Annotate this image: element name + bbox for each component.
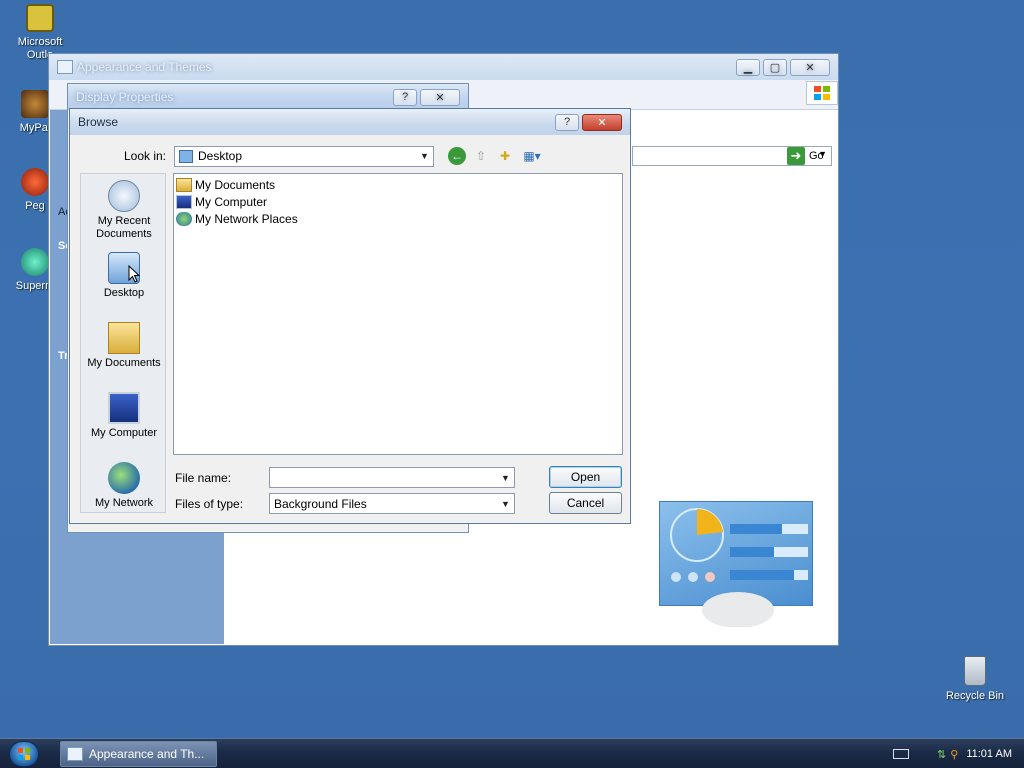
desktop-icon [179,149,193,163]
look-in-row: Look in: Desktop ▼ ← ⇧ ✚ ▦▾ [78,145,622,167]
clock[interactable]: 11:01 AM [966,748,1012,760]
back-icon[interactable]: ← [448,147,466,165]
file-type-row: Files of type: Background Files ▼ [175,493,515,514]
taskbar: Appearance and Th... ⇅ ⚲ 11:01 AM [0,738,1024,768]
help-button[interactable]: ? [393,88,417,106]
file-list[interactable]: My Documents My Computer My Network Plac… [173,173,623,455]
windows-logo-icon [18,748,30,760]
folder-icon [176,177,192,192]
windows-logo-icon [806,81,838,105]
file-type-label: Files of type: [175,496,244,511]
network-tray-icon[interactable]: ⇅ [937,748,946,761]
outlook-icon [26,4,54,32]
places-bar: My Recent Documents Desktop My Documents… [80,173,166,513]
place-my-documents[interactable]: My Documents [81,322,167,370]
dialog-title: Browse [78,115,119,129]
go-arrow-icon: ➜ [787,147,805,165]
keyboard-icon[interactable] [893,749,910,759]
appearance-graphic [659,501,813,627]
close-button[interactable]: ✕ [582,113,622,131]
recent-documents-icon [108,180,140,212]
network-globe-icon [108,462,140,494]
up-folder-icon[interactable]: ⇧ [472,147,490,165]
list-item[interactable]: My Computer [174,193,622,210]
chevron-down-icon: ▼ [501,498,510,509]
file-name-label: File name: [175,470,232,485]
taskbar-button-appearance[interactable]: Appearance and Th... [60,741,217,767]
computer-icon [176,194,192,209]
list-item[interactable]: My Network Places [174,210,622,227]
place-recent-documents[interactable]: My Recent Documents [81,180,167,241]
go-button[interactable]: ➜ Go [787,147,824,165]
display-properties-titlebar[interactable]: Display Properties ? ✕ [68,84,468,110]
file-type-select[interactable]: Background Files ▼ [269,493,515,514]
list-item[interactable]: My Documents [174,176,622,193]
file-name-row: File name: ▼ [175,467,515,488]
place-desktop[interactable]: Desktop [81,252,167,300]
mouse-cursor-icon [128,265,140,283]
cancel-button[interactable]: Cancel [549,492,622,514]
network-icon [176,211,192,226]
place-my-computer[interactable]: My Computer [81,392,167,440]
new-folder-icon[interactable]: ✚ [496,147,514,165]
control-panel-icon [67,747,83,761]
look-in-select[interactable]: Desktop ▼ [174,145,434,167]
open-button[interactable]: Open [549,466,622,488]
appearance-titlebar[interactable]: Appearance and Themes ▁ ▢ ✕ [49,54,838,80]
window-title: Appearance and Themes [77,60,212,74]
file-name-input[interactable]: ▼ [269,467,515,488]
chevron-down-icon: ▼ [501,472,510,483]
view-menu-icon[interactable]: ▦▾ [520,147,544,165]
control-panel-icon [57,60,73,74]
mypal-icon [21,90,49,118]
minimize-button[interactable]: ▁ [736,58,760,76]
superm-icon [21,248,49,276]
system-tray: ⇅ ⚲ 11:01 AM [893,739,1024,768]
window-title: Display Properties [76,90,174,104]
search-icon[interactable]: ⚲ [950,748,958,761]
chevron-down-icon: ▼ [420,151,429,161]
peg-icon [21,168,49,196]
recycle-bin-icon [964,656,986,686]
browse-dialog: Browse ? ✕ Look in: Desktop ▼ ← ⇧ ✚ ▦▾ M… [69,108,631,524]
look-in-label: Look in: [123,149,166,163]
start-button[interactable] [9,741,39,767]
place-my-network[interactable]: My Network [81,462,167,510]
browse-titlebar[interactable]: Browse ? ✕ [70,109,630,135]
maximize-button[interactable]: ▢ [763,58,787,76]
close-button[interactable]: ✕ [790,58,830,76]
folder-icon [108,322,140,354]
computer-icon [108,392,140,424]
help-button[interactable]: ? [555,113,579,131]
desktop-icon-recycle-bin[interactable]: Recycle Bin [940,656,1010,703]
close-button[interactable]: ✕ [420,88,460,106]
